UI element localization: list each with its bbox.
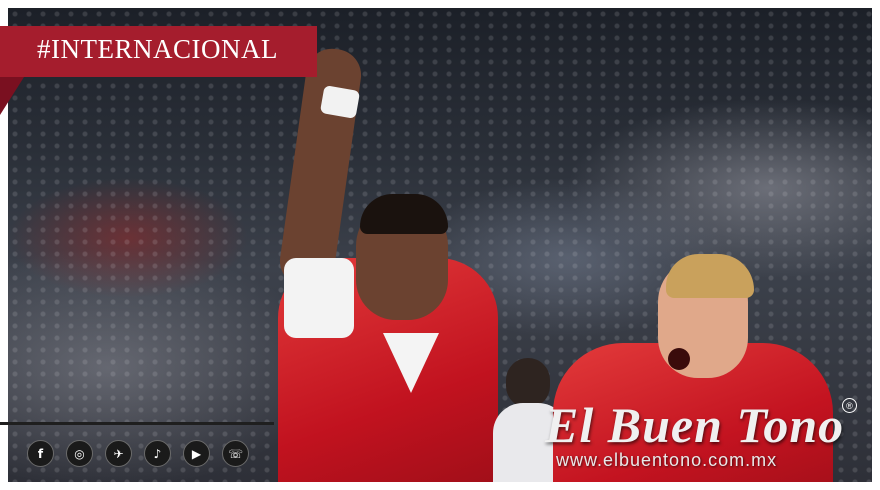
social-links: f ◎ ✈ ♪ ▶ ☏ (27, 440, 249, 467)
divider-line (0, 422, 274, 425)
youtube-icon[interactable]: ▶ (183, 440, 210, 467)
brand-logo: El Buen Tono (545, 397, 845, 453)
facebook-icon[interactable]: f (27, 440, 54, 467)
brand-url: www.elbuentono.com.mx (556, 450, 778, 470)
wristband (319, 85, 361, 119)
whatsapp-icon[interactable]: ☏ (222, 440, 249, 467)
page-frame: #INTERNACIONAL f ◎ ✈ ♪ ▶ ☏ El Buen Tono … (0, 0, 880, 490)
background-player-head (506, 358, 550, 408)
category-tag-label: #INTERNACIONAL (37, 34, 278, 64)
player-mouth-right (668, 348, 690, 370)
registered-mark: ® (842, 398, 857, 413)
jersey-sleeve (284, 258, 354, 338)
instagram-icon[interactable]: ◎ (66, 440, 93, 467)
player-hair-left (360, 194, 448, 234)
tiktok-icon[interactable]: ♪ (144, 440, 171, 467)
twitter-icon[interactable]: ✈ (105, 440, 132, 467)
category-tag-fold (0, 77, 24, 115)
